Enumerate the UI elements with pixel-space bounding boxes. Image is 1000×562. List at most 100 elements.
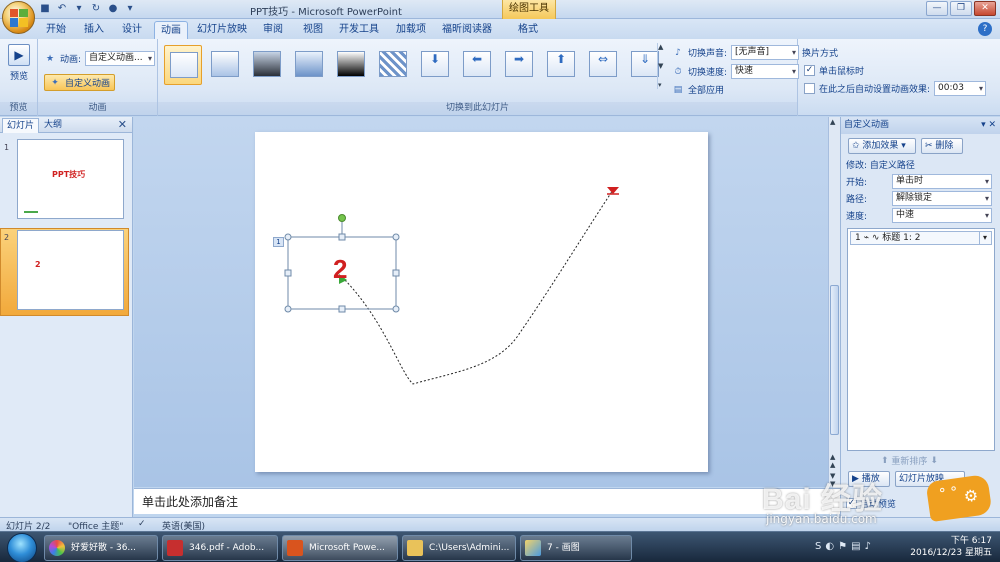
transition-wipe-down[interactable]: ⬇: [416, 45, 454, 85]
custom-animation-button[interactable]: ✦ 自定义动画: [44, 74, 116, 91]
tab-slideshow[interactable]: 幻灯片放映: [196, 21, 248, 39]
tab-foxit[interactable]: 福昕阅读器: [440, 21, 494, 39]
transition-cut[interactable]: [290, 45, 328, 85]
apply-all-button[interactable]: ▤ 全部应用: [672, 83, 724, 97]
tab-home[interactable]: 开始: [40, 21, 72, 39]
transition-split[interactable]: ⇔: [584, 45, 622, 85]
tab-slides[interactable]: 幻灯片: [2, 118, 40, 133]
transition-wipe-up[interactable]: ⬆: [542, 45, 580, 85]
modify-label: 修改: 自定义路径: [846, 161, 915, 171]
gallery-up-icon[interactable]: ▲: [658, 43, 667, 51]
animation-order-tag[interactable]: 1: [273, 237, 284, 247]
next-slide-icon[interactable]: ▼ ▼: [830, 472, 835, 488]
undo-icon[interactable]: ↶: [55, 2, 69, 16]
tab-design[interactable]: 设计: [116, 21, 148, 39]
vertical-scrollbar[interactable]: ▲ ▲ ▲ ▼ ▼: [828, 117, 840, 488]
close-button[interactable]: ✕: [974, 1, 996, 16]
tab-developer[interactable]: 开发工具: [336, 21, 382, 39]
window-title: PPT技巧 - Microsoft PowerPoint: [250, 7, 402, 18]
remove-icon: ✂: [925, 141, 933, 151]
tab-format[interactable]: 格式: [510, 21, 546, 39]
close-panel-icon[interactable]: ✕: [118, 118, 127, 131]
minimize-button[interactable]: —: [926, 1, 948, 16]
task-powerpoint[interactable]: Microsoft Powe...: [282, 535, 398, 561]
motion-path[interactable]: [344, 189, 614, 385]
task-paint[interactable]: 7 - 画图: [520, 535, 632, 561]
slideshow-button[interactable]: 幻灯片放映: [895, 471, 965, 487]
transition-none[interactable]: [164, 45, 202, 85]
resize-handle[interactable]: [338, 305, 346, 313]
tab-view[interactable]: 视图: [298, 21, 328, 39]
reorder-down-icon[interactable]: ⬇: [930, 456, 938, 466]
network-icon[interactable]: ▤: [851, 541, 860, 552]
remove-button[interactable]: ✂ 删除: [921, 138, 963, 154]
auto-advance-checkbox[interactable]: [804, 83, 815, 94]
speed-dropdown[interactable]: 中速: [892, 208, 992, 223]
notes-pane[interactable]: 单击此处添加备注: [134, 488, 840, 514]
transition-wipe-left[interactable]: ⬅: [458, 45, 496, 85]
transition-dissolve[interactable]: [374, 45, 412, 85]
help-icon[interactable]: ?: [978, 22, 992, 36]
advance-time-spinner[interactable]: 00:03: [934, 81, 987, 96]
transition-wipe-right[interactable]: ➡: [500, 45, 538, 85]
flag-icon[interactable]: ⚑: [838, 541, 847, 552]
animation-list-item[interactable]: 1 ⌁ ∿ 标题 1: 2: [850, 231, 992, 245]
slide-canvas[interactable]: 1 2: [255, 132, 708, 472]
animation-dropdown[interactable]: 自定义动画...: [85, 51, 156, 66]
resize-handle[interactable]: [338, 233, 346, 241]
transition-fade-smooth[interactable]: [206, 45, 244, 85]
path-end-marker[interactable]: [607, 187, 619, 194]
record-icon[interactable]: ●: [106, 2, 120, 16]
pane-controls[interactable]: ▾ ✕: [981, 117, 996, 134]
task-pdf[interactable]: 346.pdf - Adob...: [162, 535, 278, 561]
start-dropdown[interactable]: 单击时: [892, 174, 992, 189]
prev-slide-icon[interactable]: ▲ ▲: [830, 453, 835, 469]
slide-title-text[interactable]: 2: [333, 254, 347, 285]
qat-dropdown-icon[interactable]: ▾: [72, 2, 86, 16]
start-button[interactable]: [7, 533, 37, 562]
folder-icon: [407, 540, 423, 556]
scroll-thumb[interactable]: [830, 285, 839, 435]
tray-icon[interactable]: ◐: [825, 541, 834, 552]
path-dropdown[interactable]: 解除锁定: [892, 191, 992, 206]
autopreview-checkbox[interactable]: ✓: [846, 498, 857, 509]
resize-handle[interactable]: [284, 305, 292, 313]
tab-review[interactable]: 审阅: [258, 21, 288, 39]
resize-handle[interactable]: [392, 233, 400, 241]
play-button[interactable]: ▶ 播放: [848, 471, 890, 487]
gallery-more-icon[interactable]: ▾: [658, 81, 667, 89]
tab-outline[interactable]: 大纲: [40, 118, 66, 133]
transition-sound-dropdown[interactable]: [无声音]: [731, 45, 800, 60]
scroll-up-icon[interactable]: ▲: [830, 118, 835, 126]
resize-handle[interactable]: [284, 233, 292, 241]
redo-icon[interactable]: ↻: [89, 2, 103, 16]
tab-insert[interactable]: 插入: [78, 21, 110, 39]
task-music[interactable]: 好爱好散 - 36...: [44, 535, 158, 561]
restore-button[interactable]: ❐: [950, 1, 972, 16]
resize-handle[interactable]: [392, 269, 400, 277]
volume-icon[interactable]: ♪: [865, 541, 871, 552]
preview-button[interactable]: ▶ 预览: [8, 44, 30, 82]
customize-qat-icon[interactable]: ▾: [123, 2, 137, 16]
rotation-handle[interactable]: [338, 214, 346, 222]
add-effect-button[interactable]: ✩ 添加效果 ▾: [848, 138, 916, 154]
on-click-checkbox[interactable]: ✓: [804, 65, 815, 76]
transition-cut-black[interactable]: [332, 45, 370, 85]
spellcheck-icon[interactable]: ✓: [138, 519, 146, 529]
resize-handle[interactable]: [284, 269, 292, 277]
gallery-down-icon[interactable]: ▼: [658, 62, 667, 70]
tab-addins[interactable]: 加载项: [390, 21, 432, 39]
clock[interactable]: 下午 6:17 2016/12/23 星期五: [910, 535, 992, 559]
transition-fade-black[interactable]: [248, 45, 286, 85]
advance-title: 换片方式: [802, 49, 839, 59]
slide-thumbnail-2[interactable]: 2: [17, 230, 124, 310]
office-button[interactable]: [2, 1, 35, 34]
transition-speed-dropdown[interactable]: 快速: [731, 64, 800, 79]
reorder-up-icon[interactable]: ⬆: [881, 456, 889, 466]
task-explorer[interactable]: C:\Users\Admini...: [402, 535, 516, 561]
tab-animation[interactable]: 动画: [154, 21, 188, 39]
slide-thumbnail-1[interactable]: PPT技巧: [17, 139, 124, 219]
resize-handle[interactable]: [392, 305, 400, 313]
ime-icon[interactable]: S: [815, 541, 821, 552]
save-icon[interactable]: ■: [38, 2, 52, 16]
